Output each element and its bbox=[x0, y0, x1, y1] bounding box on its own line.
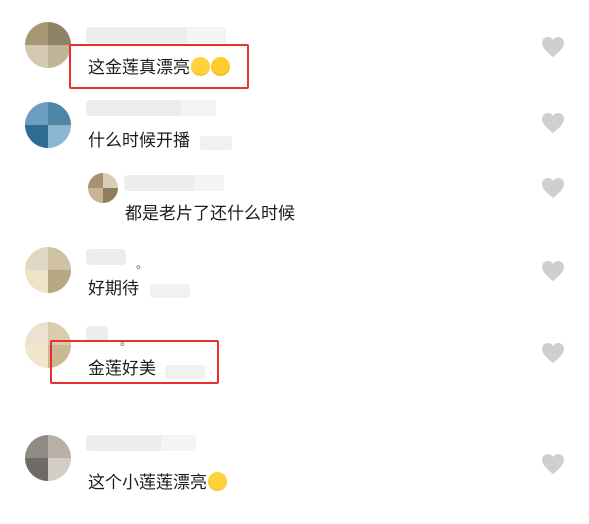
grinning-squint-emoji-icon bbox=[208, 472, 227, 491]
username-blurred[interactable] bbox=[86, 27, 226, 43]
heart-icon bbox=[542, 261, 564, 281]
like-button[interactable] bbox=[541, 342, 565, 364]
comment-text: 这个小莲莲漂亮 bbox=[88, 472, 227, 494]
highlight-box bbox=[69, 44, 249, 89]
comment-text: 好期待 bbox=[88, 278, 139, 300]
like-button[interactable] bbox=[541, 177, 565, 199]
comment-item: 。 金莲好美 bbox=[0, 312, 589, 412]
avatar[interactable] bbox=[25, 435, 71, 481]
username-blurred[interactable] bbox=[124, 175, 224, 191]
like-button[interactable] bbox=[541, 112, 565, 134]
separator-dot: 。 bbox=[136, 257, 149, 271]
username-blurred[interactable] bbox=[86, 100, 216, 116]
avatar[interactable] bbox=[25, 247, 71, 293]
comment-text-content: 这个小莲莲漂亮 bbox=[88, 473, 207, 493]
heart-icon bbox=[542, 178, 564, 198]
avatar[interactable] bbox=[25, 22, 71, 68]
username-blurred[interactable] bbox=[86, 435, 196, 451]
comment-text: 都是老片了还什么时候 bbox=[125, 203, 295, 225]
username-blurred[interactable] bbox=[86, 249, 126, 265]
avatar[interactable] bbox=[88, 173, 118, 203]
blurred-tail bbox=[150, 284, 190, 298]
like-button[interactable] bbox=[541, 453, 565, 475]
heart-icon bbox=[542, 37, 564, 57]
reply-item: 都是老片了还什么时候 bbox=[0, 165, 589, 237]
highlight-box bbox=[50, 340, 219, 384]
heart-icon bbox=[542, 343, 564, 363]
comment-item: 这个小莲莲漂亮 bbox=[0, 412, 589, 524]
heart-icon bbox=[542, 113, 564, 133]
comment-text-content: 都是老片了还什么时候 bbox=[125, 204, 295, 224]
comment-item: 什么时候开播 bbox=[0, 90, 589, 165]
comment-item: 。 好期待 bbox=[0, 237, 589, 312]
avatar[interactable] bbox=[25, 102, 71, 148]
like-button[interactable] bbox=[541, 36, 565, 58]
heart-icon bbox=[542, 454, 564, 474]
like-button[interactable] bbox=[541, 260, 565, 282]
comment-text-content: 什么时候开播 bbox=[88, 131, 190, 151]
blurred-tail bbox=[200, 136, 232, 150]
comment-text: 什么时候开播 bbox=[88, 130, 190, 152]
comment-item: 这金莲真漂亮 bbox=[0, 0, 589, 90]
comment-text-content: 好期待 bbox=[88, 279, 139, 299]
